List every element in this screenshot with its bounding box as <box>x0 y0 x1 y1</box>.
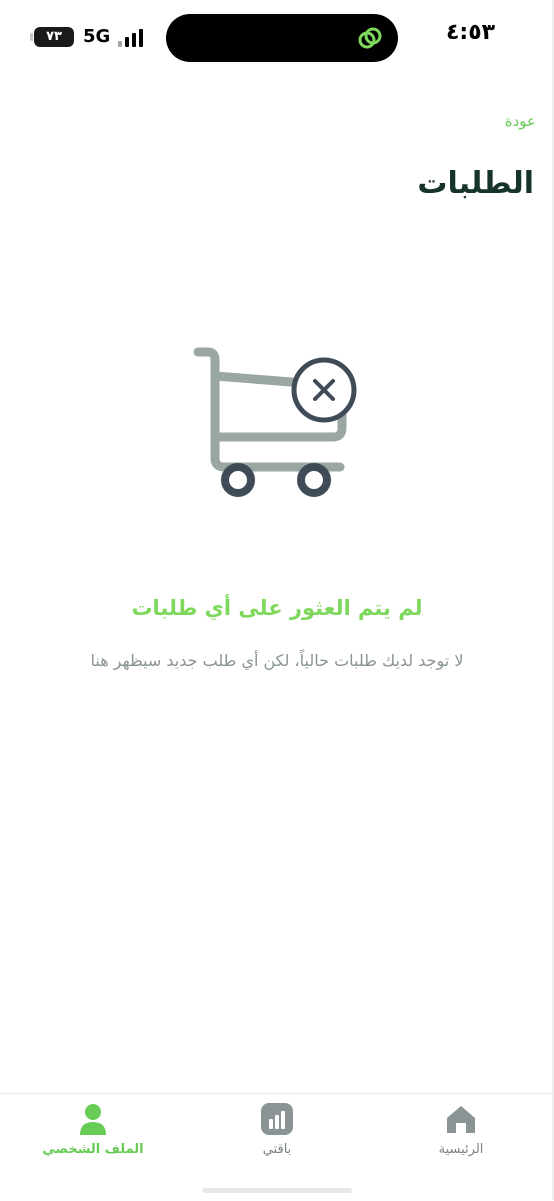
nav-item-home[interactable]: الرئيسية <box>391 1102 531 1166</box>
signal-icon <box>118 27 148 47</box>
profile-icon <box>80 1104 106 1135</box>
empty-cart-icon <box>193 347 357 497</box>
nav-label-profile: الملف الشخصي <box>42 1142 144 1157</box>
bottom-nav: الرئيسية باقتي الملف الشخصي <box>0 1093 554 1201</box>
nav-item-my-plan[interactable]: باقتي <box>207 1102 347 1166</box>
bar-chart-icon <box>261 1103 293 1135</box>
nav-label-home: الرئيسية <box>438 1142 484 1157</box>
home-icon <box>447 1106 475 1133</box>
empty-state-subtitle: لا توجد لديك طلبات حالياً، لكن أي طلب جد… <box>90 651 464 670</box>
battery-indicator: ٧٣ <box>30 27 74 47</box>
status-bar: ٧٣ 5G ٤:٥٣ <box>0 0 554 80</box>
back-button[interactable]: عودة <box>505 112 536 130</box>
page-title: الطلبات <box>417 166 534 201</box>
nav-label-my-plan: باقتي <box>262 1142 292 1157</box>
status-time: ٤:٥٣ <box>446 20 496 45</box>
empty-state-title: لم يتم العثور على أي طلبات <box>131 596 423 620</box>
home-indicator <box>202 1188 352 1193</box>
battery-level: ٧٣ <box>46 29 62 44</box>
network-type: 5G <box>83 26 111 47</box>
dynamic-island <box>166 14 398 62</box>
nav-item-profile[interactable]: الملف الشخصي <box>23 1102 163 1166</box>
link-icon <box>358 27 382 49</box>
